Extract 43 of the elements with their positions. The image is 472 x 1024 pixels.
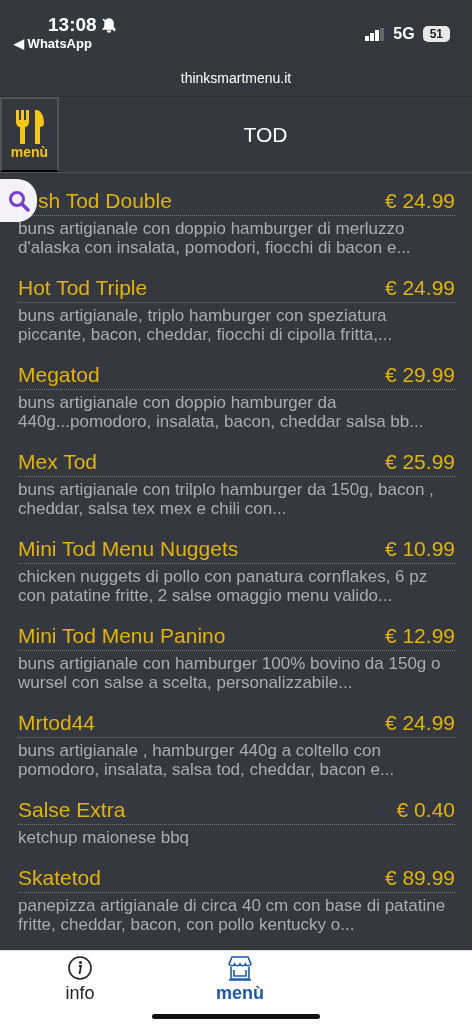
dish-description: panepizza artigianale di circa 40 cm con base di patatine fritte, cheddar, bacon, con pollo kentucky o... xyxy=(18,896,447,934)
clock: 13:08 xyxy=(48,14,97,36)
dish-description: chicken nuggets di pollo con panatura cornflakes, 6 pz con patatine fritte, 2 salse omaggio menu valido... xyxy=(18,567,429,605)
back-to-app-link[interactable]: ◀ WhatsApp xyxy=(14,36,117,51)
dish-name[interactable]: Salse Extra xyxy=(18,798,126,822)
fork-knife-icon xyxy=(13,109,46,144)
dish-name[interactable]: Skatetod xyxy=(18,866,101,890)
info-icon xyxy=(67,955,93,981)
dish-price: € 25.99 xyxy=(384,450,455,474)
dish-price: € 10.99 xyxy=(384,537,455,561)
nav-tab[interactable]: info xyxy=(0,951,160,1024)
dish-name[interactable]: Mrtod44 xyxy=(18,711,96,735)
dish-name[interactable]: Megatod xyxy=(18,363,100,387)
dish-name[interactable]: Mini Tod Menu Panino xyxy=(18,624,226,648)
dish-name[interactable]: Mex Tod xyxy=(18,450,97,474)
bell-muted-icon xyxy=(100,17,117,33)
nav-tab[interactable]: menù xyxy=(160,951,320,1024)
dish-name[interactable]: sh Tod Double xyxy=(38,189,172,213)
dish-description: ketchup maionese bbq xyxy=(18,828,191,847)
dish-price: € 24.99 xyxy=(384,276,455,300)
dish-name[interactable]: Mini Tod Menu Nuggets xyxy=(18,537,239,561)
dish-price: € 24.99 xyxy=(384,189,455,213)
search-button[interactable] xyxy=(0,179,37,222)
dish-description: buns artigianale con doppio hamburger da 440g...pomodoro, insalata, bacon, cheddar salsa bb... xyxy=(18,393,425,431)
dish-price: € 29.99 xyxy=(384,363,455,387)
dish-price: € 24.99 xyxy=(384,711,455,735)
storefront-icon xyxy=(226,955,254,981)
signal-icon xyxy=(365,27,386,41)
dish-price: € 12.99 xyxy=(384,624,455,648)
dish-description: buns artigianale con doppio hamburger di merluzzo d'alaska con insalata, pomodori, fiocchi di bacon e... xyxy=(18,219,412,257)
battery-level: 51 xyxy=(422,26,450,42)
category-title: TOD xyxy=(242,121,289,148)
dish-description: buns artigianale , hamburger 440g a coltello con pomodoro, insalata, salsa tod, cheddar, bacon e... xyxy=(18,741,396,779)
dish-description: buns artigianale, triplo hamburger con speziatura piccante, bacon, cheddar, fiocchi di cipolla fritta,... xyxy=(18,306,394,344)
dish-price: € 89.99 xyxy=(384,866,455,890)
dish-description: buns artigianale con hamburger 100% bovino da 150g o wursel con salse a scelta, personalizzabile... xyxy=(18,654,442,692)
search-icon xyxy=(6,188,31,213)
network-type: 5G xyxy=(393,25,415,43)
dish-name[interactable]: Hot Tod Triple xyxy=(18,276,148,300)
address-bar[interactable]: thinksmartmenu.it xyxy=(0,60,472,96)
dish-description: buns artigianale con trilplo hamburger da 150g, bacon , cheddar, salsa tex mex e chili con... xyxy=(18,480,435,518)
dish-price: € 0.40 xyxy=(396,798,455,822)
menu-button[interactable]: menù xyxy=(0,97,59,172)
